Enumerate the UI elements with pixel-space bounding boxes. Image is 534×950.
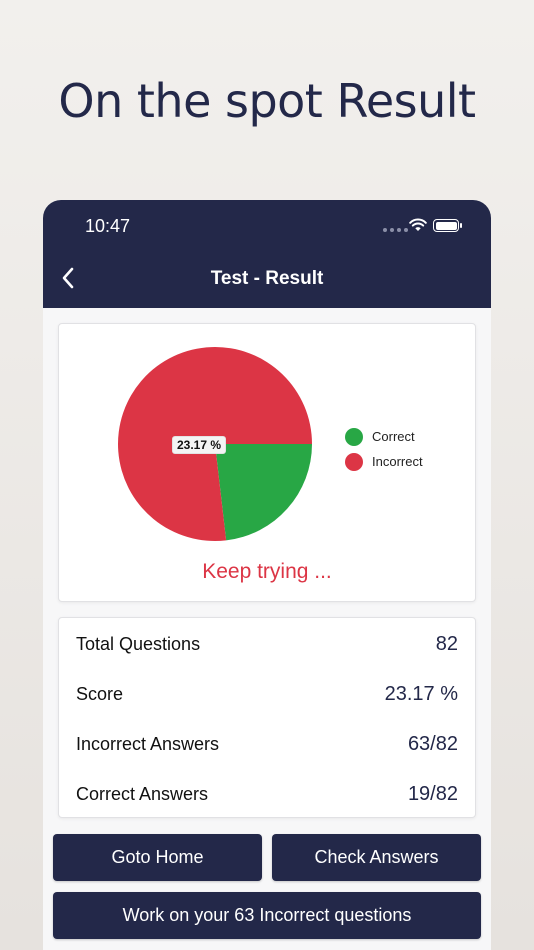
headline: On the spot Result [58, 74, 476, 128]
stats-card: Total Questions 82 Score 23.17 % Incorre… [58, 617, 476, 818]
stat-row-correct-answers: Correct Answers 19/82 [76, 779, 458, 809]
stat-label: Incorrect Answers [76, 733, 220, 754]
legend-dot-correct [345, 427, 363, 446]
battery-icon [433, 219, 462, 232]
status-time: 10:47 [85, 216, 131, 236]
legend-dot-incorrect [345, 452, 363, 471]
chart-legend: Correct Incorrect [345, 424, 423, 474]
legend-label-correct: Correct [372, 429, 415, 444]
stat-value: 23.17 % [384, 682, 458, 705]
wifi-icon [409, 218, 427, 231]
check-answers-button[interactable]: Check Answers [272, 834, 481, 881]
work-incorrect-button[interactable]: Work on your 63 Incorrect questions [53, 892, 481, 939]
goto-home-button[interactable]: Goto Home [53, 834, 262, 881]
stat-row-total-questions: Total Questions 82 [76, 629, 458, 659]
stat-label: Score [76, 683, 124, 704]
stat-row-incorrect-answers: Incorrect Answers 63/82 [76, 729, 458, 759]
signal-dots-icon [383, 228, 408, 232]
phone-screen: 10:47 Test - Result 23.17 % Correct Inco… [43, 200, 491, 950]
page-title: Test - Result [210, 268, 324, 289]
stat-label: Total Questions [76, 633, 201, 654]
result-chart-card: 23.17 % Correct Incorrect Keep trying ..… [58, 323, 476, 602]
stat-value: 63/82 [407, 732, 458, 755]
legend-item-correct: Correct [345, 424, 423, 449]
stat-label: Correct Answers [76, 783, 209, 804]
pie-slice-correct [215, 444, 312, 541]
legend-item-incorrect: Incorrect [345, 449, 423, 474]
nav-bar: 10:47 Test - Result [43, 200, 491, 308]
stat-value: 19/82 [407, 782, 458, 805]
pie-data-label: 23.17 % [172, 436, 227, 454]
legend-label-incorrect: Incorrect [372, 454, 423, 469]
feedback-message: Keep trying ... [202, 560, 332, 583]
stat-row-score: Score 23.17 % [76, 679, 458, 709]
stat-value: 82 [435, 632, 458, 655]
